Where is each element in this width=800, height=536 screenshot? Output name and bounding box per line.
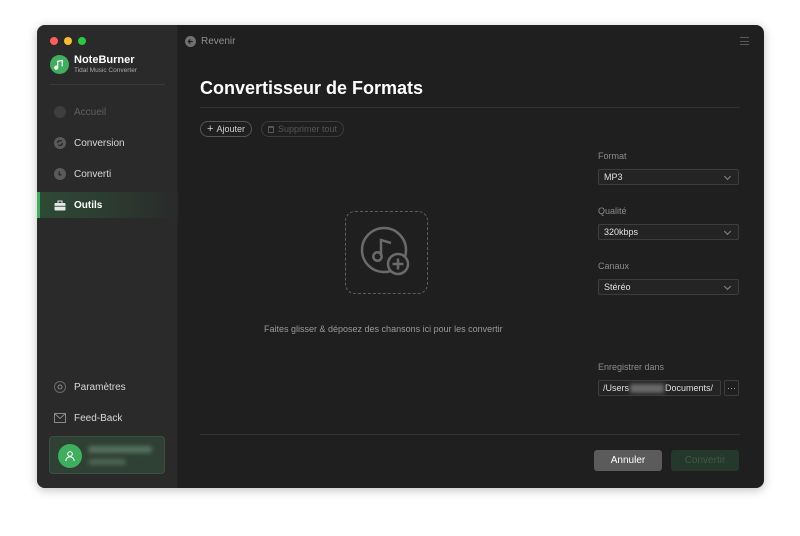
quality-value: 320kbps — [604, 227, 639, 237]
sidebar-item-label: Feed-Back — [74, 412, 123, 424]
mail-icon — [54, 412, 66, 424]
drop-instructions: Faites glisser & déposez des chansons ic… — [264, 324, 503, 334]
add-button-label: Ajouter — [216, 124, 245, 134]
delete-all-button[interactable]: Supprimer tout — [261, 121, 345, 137]
app-subtitle: Tidal Music Converter — [74, 67, 137, 74]
delete-all-label: Supprimer tout — [278, 124, 338, 134]
redacted-user-status — [88, 459, 126, 465]
cancel-button[interactable]: Annuler — [594, 450, 662, 471]
window-controls — [50, 37, 86, 45]
drop-zone[interactable] — [345, 211, 428, 294]
app-window: NoteBurner Tidal Music Converter Accueil… — [37, 25, 764, 488]
save-path-prefix: /Users — [603, 383, 630, 393]
chevron-down-icon — [723, 227, 732, 236]
redacted-user-name — [88, 446, 152, 453]
home-icon — [54, 106, 66, 118]
app-logo-icon — [50, 55, 69, 74]
sidebar-item-parametres[interactable]: Paramètres — [37, 374, 178, 400]
sidebar-item-converti[interactable]: Converti — [37, 161, 178, 187]
arrow-left-icon — [185, 36, 196, 47]
minimize-window-button[interactable] — [64, 37, 72, 45]
back-label: Revenir — [201, 36, 236, 47]
title-divider — [200, 107, 740, 108]
channels-select[interactable]: Stéréo — [598, 279, 739, 295]
browse-folder-button[interactable]: ··· — [724, 380, 739, 396]
channels-label: Canaux — [598, 261, 630, 271]
sync-icon — [54, 137, 66, 149]
sidebar-item-feedback[interactable]: Feed-Back — [37, 405, 178, 431]
quality-label: Qualité — [598, 206, 627, 216]
zoom-window-button[interactable] — [78, 37, 86, 45]
user-icon — [65, 451, 75, 462]
sidebar-item-conversion[interactable]: Conversion — [37, 130, 178, 156]
gear-icon — [54, 381, 66, 393]
avatar — [58, 444, 82, 468]
chevron-down-icon — [723, 172, 732, 181]
sidebar-item-label: Outils — [74, 199, 103, 211]
sidebar-item-label: Accueil — [74, 106, 107, 118]
plus-icon: + — [207, 122, 214, 135]
sidebar: NoteBurner Tidal Music Converter Accueil… — [37, 25, 178, 488]
sidebar-item-label: Converti — [74, 168, 112, 180]
page-title: Convertisseur de Formats — [200, 78, 424, 98]
redacted-username — [630, 383, 665, 393]
convert-button[interactable]: Convertir — [671, 450, 739, 471]
trash-icon — [268, 125, 274, 133]
brand-divider — [50, 84, 165, 85]
save-location-label: Enregistrer dans — [598, 362, 665, 372]
format-select[interactable]: MP3 — [598, 169, 739, 185]
sidebar-item-label: Conversion — [74, 137, 125, 149]
channels-value: Stéréo — [604, 282, 631, 292]
save-path-suffix: Documents/ — [665, 383, 714, 393]
chevron-down-icon — [723, 282, 732, 291]
music-add-icon — [360, 226, 409, 275]
close-window-button[interactable] — [50, 37, 58, 45]
format-value: MP3 — [604, 172, 623, 182]
sidebar-item-label: Paramètres — [74, 381, 126, 393]
footer-divider — [200, 434, 740, 435]
quality-select[interactable]: 320kbps — [598, 224, 739, 240]
clock-icon — [54, 168, 66, 180]
hamburger-menu-icon[interactable] — [740, 37, 749, 45]
sidebar-item-outils[interactable]: Outils — [37, 192, 178, 218]
add-button[interactable]: + Ajouter — [200, 121, 252, 137]
save-path-input[interactable]: /Users Documents/ — [598, 380, 721, 396]
sidebar-item-accueil[interactable]: Accueil — [37, 99, 178, 125]
toolbox-icon — [54, 199, 66, 211]
format-label: Format — [598, 151, 627, 161]
user-account-card[interactable] — [49, 436, 165, 474]
back-button[interactable]: Revenir — [185, 36, 235, 47]
app-name: NoteBurner — [74, 54, 135, 66]
